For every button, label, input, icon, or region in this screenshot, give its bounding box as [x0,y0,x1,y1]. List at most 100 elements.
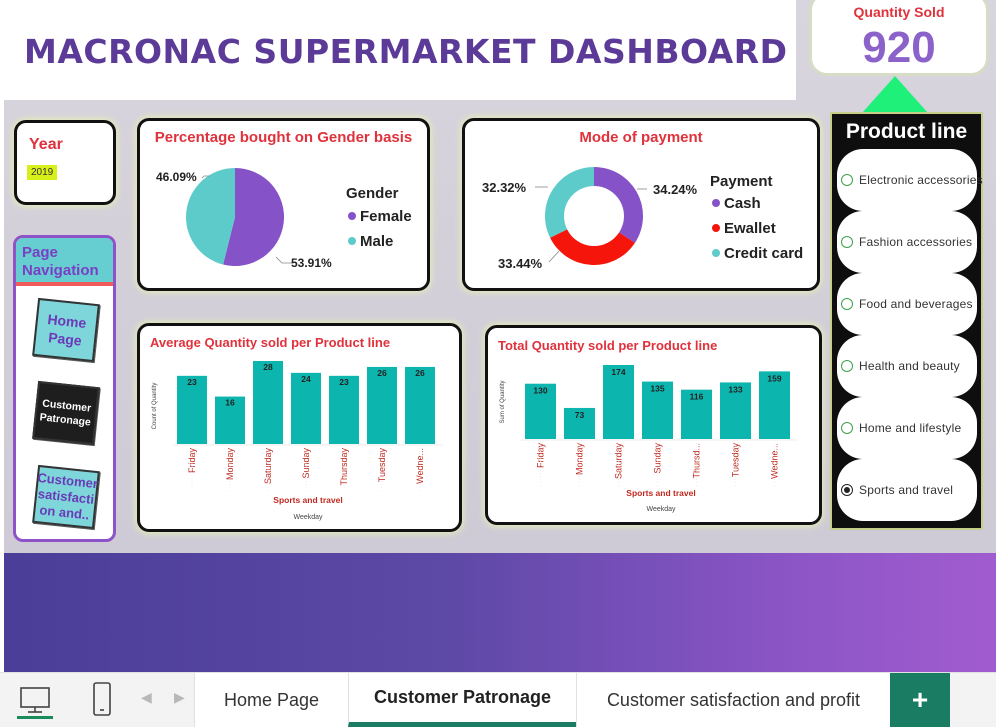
total-subtitle: Sports and travel [626,488,695,498]
radio-icon[interactable] [841,484,853,496]
year-slicer-value[interactable]: 2019 [27,165,58,180]
gender-legend-item-male: Male [360,233,393,250]
product-line-option[interactable]: Electronic accessories [837,149,983,211]
report-canvas: MACRONAC SUPERMARKET DASHBOARD Quantity … [0,0,996,672]
payment-ewallet-data-label: 33.44% [498,256,543,271]
payment-ewallet-leader [548,250,560,263]
average-data-label: 23 [187,377,197,387]
radio-icon[interactable] [841,360,853,372]
total-data-label: 116 [690,392,704,402]
quantity-sold-value: 920 [862,23,936,72]
product-line-option[interactable]: Home and lifestyle [837,397,977,459]
average-subtitle: Sports and travel [273,495,342,505]
payment-legend-marker-cash [712,199,720,207]
page-navigation-header: Page Navigation [16,238,113,286]
average-quantity-card: Average Quantity sold per Product line C… [137,323,462,532]
dashboard-title: MACRONAC SUPERMARKET DASHBOARD [24,32,788,71]
payment-legend-item-ewallet: Ewallet [724,220,776,237]
radio-icon[interactable] [841,422,853,434]
nav-customer-patronage-button[interactable]: Customer Patronage [32,380,100,446]
payment-donut-card: Mode of payment Payment 34.24% 33.44% 32.3… [462,118,820,291]
page-tab-bar: ◀ ▶ Home Page Customer Patronage Custome… [0,672,996,727]
nav-home-page-button[interactable]: Home Page [32,297,100,363]
average-x-axis-label: Weekday [293,514,323,521]
payment-legend-item-cash: Cash [724,195,761,212]
average-data-label: 26 [377,368,387,378]
average-data-label: 24 [301,374,311,384]
total-data-label: 133 [728,384,742,394]
payment-legend-marker-credit-card [712,249,720,257]
payment-legend-marker-ewallet [712,224,720,232]
title-banner: MACRONAC SUPERMARKET DASHBOARD [4,0,796,100]
average-bar [253,361,283,444]
product-line-option[interactable]: Food and beverages [837,273,977,335]
total-data-label: 135 [650,384,664,394]
gender-legend-marker-male [348,237,356,245]
year-slicer-label: Year [29,136,63,153]
nav-customer-satisfaction-button[interactable]: Customer satisfacti on and.. [32,464,100,530]
product-line-option-label: Electronic accessories [859,173,983,187]
payment-donut-chart: Payment 34.24% 33.44% 32.32% Cash Ewallet Cre… [482,167,803,271]
average-data-label: 16 [225,398,235,408]
average-data-label: 26 [415,368,425,378]
product-line-option[interactable]: Health and beauty [837,335,977,397]
gender-pie-chart: Gender 53.91% 46.09% Female Male [156,168,412,270]
average-quantity-bar-chart: Count of Quantity Sports and travel Week… [152,361,443,521]
radio-icon[interactable] [841,174,853,186]
payment-legend-item-credit-card: Credit card [724,245,803,262]
total-x-axis-label: Weekday [646,506,676,513]
product-line-slicer: Product line Electronic accessories Fashi… [830,112,983,530]
average-bar [367,366,397,444]
product-line-option[interactable]: Fashion accessories [837,211,977,273]
gender-legend-marker-female [348,212,356,220]
gender-male-data-label: 46.09% [156,170,197,184]
previous-page-arrow-icon[interactable]: ◀ [141,689,152,706]
payment-slice-cash [594,167,643,243]
total-tick-label: Tuesday [731,443,741,478]
total-quantity-card: Total Quantity sold per Product line Sum… [485,325,822,525]
quantity-pointer-shape [862,76,928,113]
payment-legend-title: Payment [710,173,773,190]
next-page-arrow-icon[interactable]: ▶ [174,689,185,706]
average-data-label: 28 [263,362,273,372]
average-tick-label: Tuesday [377,448,387,483]
canvas-edge [0,0,4,672]
total-data-label: 73 [575,410,585,420]
footer-gradient-band [0,553,996,672]
average-bar [405,366,435,444]
add-page-button[interactable]: + [890,673,950,727]
product-line-option[interactable]: Sports and travel [837,459,977,521]
radio-icon[interactable] [841,298,853,310]
tab-customer-satisfaction[interactable]: Customer satisfaction and profit [576,673,890,727]
gender-pie-card: Percentage bought on Gender basis Gender… [137,118,430,291]
total-y-axis-label: Sum of Quantity [500,380,506,423]
total-data-label: 130 [533,386,547,396]
payment-slice-ewallet [550,229,635,265]
product-line-option-label: Health and beauty [859,359,960,373]
payment-cash-data-label: 34.24% [653,182,698,197]
payment-slice-credit-card [545,167,594,238]
year-slicer[interactable]: Year 2019 [14,120,116,205]
gender-female-leader [275,256,292,264]
product-line-option-label: Fashion accessories [859,235,973,249]
product-line-option-label: Food and beverages [859,297,973,311]
tab-home-page[interactable]: Home Page [194,673,348,727]
product-line-title: Product line [845,120,968,143]
gender-legend-item-female: Female [360,208,412,225]
page-navigation-title: Page Navigation [22,244,99,279]
quantity-sold-card: Quantity Sold 920 [809,0,989,76]
total-quantity-bar-chart: Sum of Quantity Sports and travel Weekda… [500,365,798,513]
product-line-option-label: Home and lifestyle [859,421,962,435]
desktop-view-indicator [17,716,53,719]
average-data-label: 23 [339,377,349,387]
radio-icon[interactable] [841,236,853,248]
tab-customer-patronage[interactable]: Customer Patronage [348,673,576,727]
page-navigation-panel: Page Navigation Home Page Customer Patro… [13,235,116,542]
mobile-view-icon[interactable] [92,681,112,717]
product-line-option-label: Sports and travel [859,483,954,497]
average-y-axis-label: Count of Quantity [152,383,158,430]
total-data-label: 174 [611,367,625,377]
gender-legend-title: Gender [346,185,399,202]
payment-credit-data-label: 32.32% [482,180,527,195]
total-data-label: 159 [767,373,781,383]
